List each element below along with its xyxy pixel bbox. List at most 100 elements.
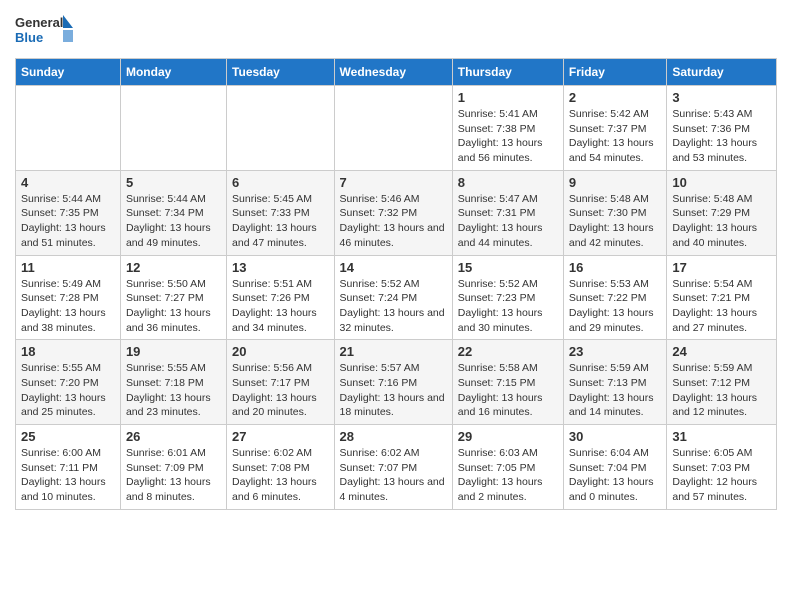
cell-info: Sunrise: 6:05 AMSunset: 7:03 PMDaylight:…: [672, 446, 771, 505]
cell-date: 23: [569, 344, 662, 359]
cell-info: Sunrise: 5:50 AMSunset: 7:27 PMDaylight:…: [126, 277, 221, 336]
cell-date: 29: [458, 429, 558, 444]
cell-info: Sunrise: 6:00 AMSunset: 7:11 PMDaylight:…: [21, 446, 115, 505]
cell-date: 4: [21, 175, 115, 190]
calendar-table: SundayMondayTuesdayWednesdayThursdayFrid…: [15, 58, 777, 510]
cell-info: Sunrise: 5:46 AMSunset: 7:32 PMDaylight:…: [340, 192, 447, 251]
cell-date: 17: [672, 260, 771, 275]
calendar-header-row: SundayMondayTuesdayWednesdayThursdayFrid…: [16, 59, 777, 86]
cell-info: Sunrise: 5:59 AMSunset: 7:12 PMDaylight:…: [672, 361, 771, 420]
calendar-cell: 1 Sunrise: 5:41 AMSunset: 7:38 PMDaylight…: [452, 86, 563, 171]
cell-date: 26: [126, 429, 221, 444]
cell-info: Sunrise: 6:04 AMSunset: 7:04 PMDaylight:…: [569, 446, 662, 505]
calendar-cell: 17Sunrise: 5:54 AMSunset: 7:21 PMDayligh…: [667, 255, 777, 340]
cell-date: 31: [672, 429, 771, 444]
cell-date: 30: [569, 429, 662, 444]
calendar-cell: 7 Sunrise: 5:46 AMSunset: 7:32 PMDaylight…: [334, 170, 452, 255]
cell-date: 16: [569, 260, 662, 275]
cell-info: Sunrise: 5:45 AMSunset: 7:33 PMDaylight:…: [232, 192, 329, 251]
calendar-cell: 15Sunrise: 5:52 AMSunset: 7:23 PMDayligh…: [452, 255, 563, 340]
cell-date: 13: [232, 260, 329, 275]
cell-date: 1: [458, 90, 558, 105]
cell-info: Sunrise: 6:03 AMSunset: 7:05 PMDaylight:…: [458, 446, 558, 505]
calendar-cell: 19 Sunrise: 5:55 AMSunset: 7:18 PMDayligh…: [120, 340, 226, 425]
cell-date: 18: [21, 344, 115, 359]
cell-info: Sunrise: 5:52 AMSunset: 7:23 PMDaylight:…: [458, 277, 558, 336]
cell-info: Sunrise: 6:02 AMSunset: 7:08 PMDaylight:…: [232, 446, 329, 505]
calendar-cell: [16, 86, 121, 171]
week-row-1: 1 Sunrise: 5:41 AMSunset: 7:38 PMDaylight…: [16, 86, 777, 171]
cell-date: 8: [458, 175, 558, 190]
calendar-cell: 28Sunrise: 6:02 AMSunset: 7:07 PMDayligh…: [334, 425, 452, 510]
cell-date: 22: [458, 344, 558, 359]
calendar-cell: [334, 86, 452, 171]
cell-info: Sunrise: 5:47 AMSunset: 7:31 PMDaylight:…: [458, 192, 558, 251]
calendar-cell: 11Sunrise: 5:49 AMSunset: 7:28 PMDayligh…: [16, 255, 121, 340]
calendar-cell: 21 Sunrise: 5:57 AMSunset: 7:16 PMDayligh…: [334, 340, 452, 425]
day-header-friday: Friday: [563, 59, 667, 86]
calendar-cell: 3 Sunrise: 5:43 AMSunset: 7:36 PMDaylight…: [667, 86, 777, 171]
calendar-cell: 12 Sunrise: 5:50 AMSunset: 7:27 PMDayligh…: [120, 255, 226, 340]
calendar-cell: 9 Sunrise: 5:48 AMSunset: 7:30 PMDaylight…: [563, 170, 667, 255]
day-header-tuesday: Tuesday: [227, 59, 335, 86]
calendar-cell: 8 Sunrise: 5:47 AMSunset: 7:31 PMDaylight…: [452, 170, 563, 255]
logo: GeneralBlue: [15, 10, 75, 50]
cell-date: 6: [232, 175, 329, 190]
day-header-thursday: Thursday: [452, 59, 563, 86]
calendar-cell: 18 Sunrise: 5:55 AMSunset: 7:20 PMDayligh…: [16, 340, 121, 425]
cell-info: Sunrise: 5:44 AMSunset: 7:35 PMDaylight:…: [21, 192, 115, 251]
cell-date: 10: [672, 175, 771, 190]
calendar-cell: 5 Sunrise: 5:44 AMSunset: 7:34 PMDaylight…: [120, 170, 226, 255]
calendar-cell: 13 Sunrise: 5:51 AMSunset: 7:26 PMDayligh…: [227, 255, 335, 340]
calendar-cell: 30 Sunrise: 6:04 AMSunset: 7:04 PMDayligh…: [563, 425, 667, 510]
calendar-cell: 23 Sunrise: 5:59 AMSunset: 7:13 PMDayligh…: [563, 340, 667, 425]
cell-info: Sunrise: 5:59 AMSunset: 7:13 PMDaylight:…: [569, 361, 662, 420]
cell-info: Sunrise: 5:51 AMSunset: 7:26 PMDaylight:…: [232, 277, 329, 336]
calendar-cell: 20 Sunrise: 5:56 AMSunset: 7:17 PMDayligh…: [227, 340, 335, 425]
week-row-5: 25Sunrise: 6:00 AMSunset: 7:11 PMDayligh…: [16, 425, 777, 510]
cell-info: Sunrise: 5:53 AMSunset: 7:22 PMDaylight:…: [569, 277, 662, 336]
cell-info: Sunrise: 5:55 AMSunset: 7:18 PMDaylight:…: [126, 361, 221, 420]
week-row-4: 18 Sunrise: 5:55 AMSunset: 7:20 PMDayligh…: [16, 340, 777, 425]
cell-info: Sunrise: 5:41 AMSunset: 7:38 PMDaylight:…: [458, 107, 558, 166]
calendar-cell: 16 Sunrise: 5:53 AMSunset: 7:22 PMDayligh…: [563, 255, 667, 340]
calendar-cell: 27Sunrise: 6:02 AMSunset: 7:08 PMDayligh…: [227, 425, 335, 510]
cell-info: Sunrise: 5:55 AMSunset: 7:20 PMDaylight:…: [21, 361, 115, 420]
cell-info: Sunrise: 5:48 AMSunset: 7:30 PMDaylight:…: [569, 192, 662, 251]
cell-info: Sunrise: 6:01 AMSunset: 7:09 PMDaylight:…: [126, 446, 221, 505]
cell-date: 20: [232, 344, 329, 359]
cell-info: Sunrise: 5:44 AMSunset: 7:34 PMDaylight:…: [126, 192, 221, 251]
calendar-cell: [120, 86, 226, 171]
cell-date: 19: [126, 344, 221, 359]
week-row-2: 4 Sunrise: 5:44 AMSunset: 7:35 PMDaylight…: [16, 170, 777, 255]
cell-date: 7: [340, 175, 447, 190]
page-header: GeneralBlue: [15, 10, 777, 50]
cell-date: 2: [569, 90, 662, 105]
cell-info: Sunrise: 5:49 AMSunset: 7:28 PMDaylight:…: [21, 277, 115, 336]
day-header-monday: Monday: [120, 59, 226, 86]
cell-date: 14: [340, 260, 447, 275]
cell-date: 21: [340, 344, 447, 359]
calendar-cell: 31 Sunrise: 6:05 AMSunset: 7:03 PMDayligh…: [667, 425, 777, 510]
calendar-cell: 4 Sunrise: 5:44 AMSunset: 7:35 PMDaylight…: [16, 170, 121, 255]
svg-text:General: General: [15, 15, 63, 30]
cell-info: Sunrise: 5:52 AMSunset: 7:24 PMDaylight:…: [340, 277, 447, 336]
calendar-cell: 26 Sunrise: 6:01 AMSunset: 7:09 PMDayligh…: [120, 425, 226, 510]
logo-svg: GeneralBlue: [15, 10, 75, 50]
cell-info: Sunrise: 5:58 AMSunset: 7:15 PMDaylight:…: [458, 361, 558, 420]
day-header-wednesday: Wednesday: [334, 59, 452, 86]
calendar-cell: 10 Sunrise: 5:48 AMSunset: 7:29 PMDayligh…: [667, 170, 777, 255]
cell-date: 12: [126, 260, 221, 275]
cell-info: Sunrise: 5:42 AMSunset: 7:37 PMDaylight:…: [569, 107, 662, 166]
cell-date: 5: [126, 175, 221, 190]
cell-date: 9: [569, 175, 662, 190]
cell-info: Sunrise: 5:56 AMSunset: 7:17 PMDaylight:…: [232, 361, 329, 420]
svg-text:Blue: Blue: [15, 30, 43, 45]
calendar-cell: 14 Sunrise: 5:52 AMSunset: 7:24 PMDayligh…: [334, 255, 452, 340]
cell-info: Sunrise: 5:48 AMSunset: 7:29 PMDaylight:…: [672, 192, 771, 251]
cell-info: Sunrise: 5:57 AMSunset: 7:16 PMDaylight:…: [340, 361, 447, 420]
cell-date: 3: [672, 90, 771, 105]
cell-date: 24: [672, 344, 771, 359]
cell-info: Sunrise: 5:43 AMSunset: 7:36 PMDaylight:…: [672, 107, 771, 166]
calendar-cell: 24 Sunrise: 5:59 AMSunset: 7:12 PMDayligh…: [667, 340, 777, 425]
